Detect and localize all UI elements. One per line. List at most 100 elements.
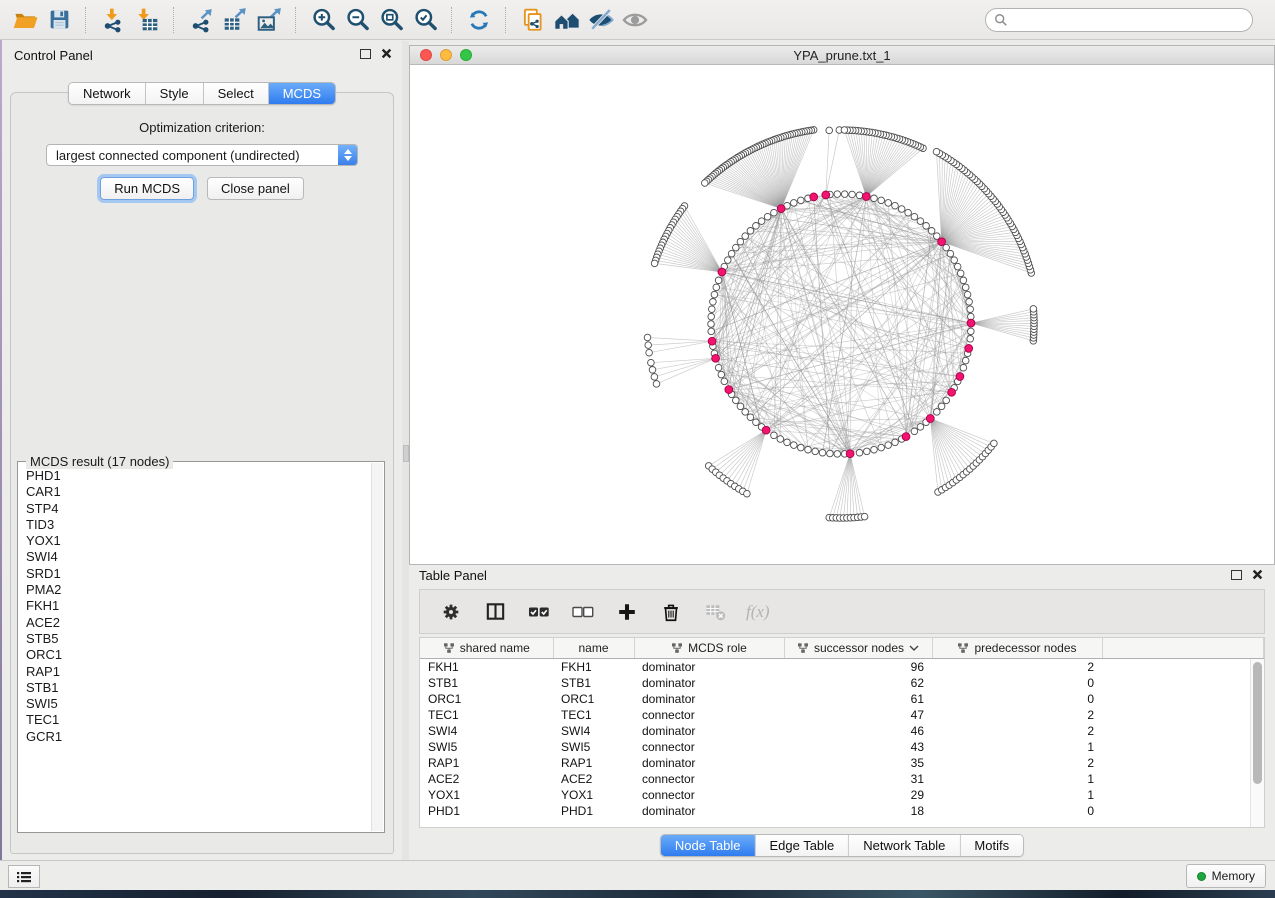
status-menu-button[interactable]: [8, 865, 40, 888]
column-header-predecessor-nodes[interactable]: predecessor nodes: [932, 638, 1102, 659]
mcds-result-item[interactable]: SWI4: [19, 549, 371, 565]
graph-node[interactable]: [737, 403, 744, 410]
unselect-all-columns-button[interactable]: [568, 597, 598, 627]
graph-node[interactable]: [951, 257, 958, 264]
table-row[interactable]: PHD1PHD1dominator180: [420, 803, 1264, 819]
apply-preferred-layout-button[interactable]: [462, 5, 496, 35]
graph-node-selected[interactable]: [810, 193, 818, 201]
tab-node-table[interactable]: Node Table: [661, 835, 756, 856]
graph-node[interactable]: [1030, 306, 1037, 313]
graph-node[interactable]: [954, 263, 961, 270]
network-search-box[interactable]: [985, 8, 1253, 32]
graph-node[interactable]: [715, 364, 722, 371]
network-canvas[interactable]: [410, 65, 1274, 564]
graph-node-selected[interactable]: [708, 337, 716, 345]
table-scrollbar[interactable]: [1250, 659, 1264, 827]
table-row[interactable]: TEC1TEC1connector472: [420, 707, 1264, 723]
import-network-button[interactable]: [96, 5, 130, 35]
tab-motifs[interactable]: Motifs: [960, 835, 1023, 856]
mcds-result-item[interactable]: RAP1: [19, 664, 371, 680]
graph-node[interactable]: [733, 244, 740, 251]
export-table-button[interactable]: [218, 5, 252, 35]
new-network-from-selection-button[interactable]: [516, 5, 550, 35]
graph-node[interactable]: [943, 397, 950, 404]
maximize-window-icon[interactable]: [460, 49, 472, 61]
graph-node[interactable]: [758, 218, 765, 225]
graph-node[interactable]: [905, 209, 912, 216]
run-mcds-button[interactable]: Run MCDS: [100, 177, 194, 200]
mcds-result-item[interactable]: ORC1: [19, 647, 371, 663]
graph-node[interactable]: [938, 403, 945, 410]
close-panel-icon[interactable]: [1252, 569, 1263, 580]
table-scrollbar-thumb[interactable]: [1253, 662, 1262, 784]
graph-node[interactable]: [798, 444, 805, 451]
graph-node[interactable]: [967, 336, 974, 343]
graph-node[interactable]: [791, 200, 798, 207]
close-window-icon[interactable]: [420, 49, 432, 61]
graph-node[interactable]: [841, 127, 848, 134]
show-all-button[interactable]: [618, 5, 652, 35]
table-row[interactable]: RAP1RAP1dominator352: [420, 755, 1264, 771]
graph-node[interactable]: [649, 367, 656, 374]
graph-node[interactable]: [805, 446, 812, 453]
graph-node[interactable]: [885, 200, 892, 207]
zoom-out-button[interactable]: [340, 5, 374, 35]
network-graph[interactable]: [410, 65, 1274, 564]
mcds-result-item[interactable]: STB1: [19, 680, 371, 696]
graph-node[interactable]: [711, 291, 718, 298]
zoom-fit-button[interactable]: [374, 5, 408, 35]
graph-node[interactable]: [725, 257, 732, 264]
table-row[interactable]: SWI5SWI5connector431: [420, 739, 1264, 755]
graph-node[interactable]: [947, 250, 954, 257]
graph-node[interactable]: [742, 233, 749, 240]
table-row[interactable]: FKH1FKH1dominator962: [420, 659, 1264, 676]
tab-mcds[interactable]: MCDS: [269, 83, 335, 104]
graph-node[interactable]: [771, 209, 778, 216]
table-row[interactable]: YOX1YOX1connector291: [420, 787, 1264, 803]
graph-node-selected[interactable]: [967, 319, 975, 327]
graph-node[interactable]: [791, 442, 798, 449]
graph-node[interactable]: [819, 449, 826, 456]
table-settings-button[interactable]: [436, 597, 466, 627]
tab-style[interactable]: Style: [146, 83, 204, 104]
graph-node[interactable]: [964, 291, 971, 298]
graph-node-selected[interactable]: [777, 205, 785, 213]
first-neighbors-button[interactable]: [550, 5, 584, 35]
graph-node[interactable]: [702, 180, 709, 187]
graph-node[interactable]: [812, 448, 819, 455]
table-row[interactable]: ORC1ORC1dominator610: [420, 691, 1264, 707]
column-header-MCDS-role[interactable]: MCDS role: [634, 638, 784, 659]
graph-node[interactable]: [892, 439, 899, 446]
graph-node[interactable]: [826, 127, 833, 134]
graph-node[interactable]: [917, 424, 924, 431]
export-image-button[interactable]: [252, 5, 286, 35]
graph-node-selected[interactable]: [846, 450, 854, 458]
search-input[interactable]: [1008, 12, 1244, 28]
float-panel-icon[interactable]: [1231, 570, 1242, 580]
graph-node[interactable]: [960, 364, 967, 371]
graph-node[interactable]: [962, 284, 969, 291]
mcds-result-item[interactable]: FKH1: [19, 598, 371, 614]
graph-node[interactable]: [923, 223, 930, 230]
graph-node[interactable]: [651, 260, 658, 267]
graph-node[interactable]: [991, 440, 998, 447]
graph-node-selected[interactable]: [926, 415, 934, 423]
graph-node[interactable]: [753, 419, 760, 426]
tab-network-table[interactable]: Network Table: [849, 835, 960, 856]
graph-node[interactable]: [878, 444, 885, 451]
graph-node[interactable]: [728, 250, 735, 257]
graph-node-selected[interactable]: [965, 345, 973, 353]
graph-node[interactable]: [784, 439, 791, 446]
float-panel-icon[interactable]: [360, 49, 371, 59]
graph-node[interactable]: [709, 306, 716, 313]
graph-node[interactable]: [708, 313, 715, 320]
optimization-criterion-select[interactable]: largest connected component (undirected): [46, 144, 358, 166]
graph-node[interactable]: [864, 448, 871, 455]
show-column-panel-button[interactable]: [480, 597, 510, 627]
graph-node-selected[interactable]: [822, 191, 830, 199]
mcds-result-item[interactable]: YOX1: [19, 533, 371, 549]
graph-node[interactable]: [856, 192, 863, 199]
graph-node[interactable]: [747, 228, 754, 235]
open-session-button[interactable]: [8, 5, 42, 35]
graph-node[interactable]: [737, 238, 744, 245]
